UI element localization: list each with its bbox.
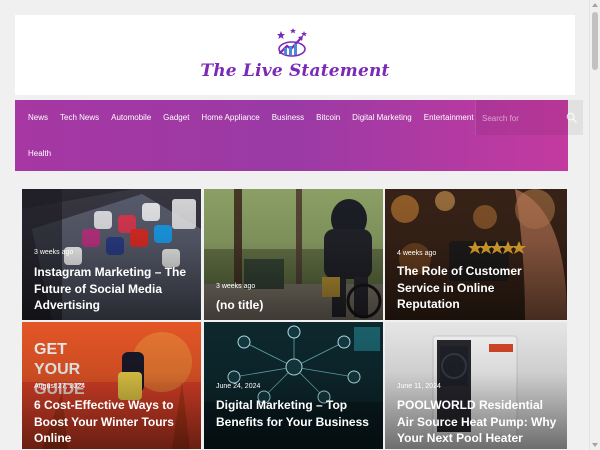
post-card-no-title[interactable]: 3 weeks ago (no title) bbox=[204, 189, 383, 320]
page-scrollbar[interactable] bbox=[589, 0, 600, 450]
nav-row-secondary: Health bbox=[15, 136, 57, 171]
search-box bbox=[475, 100, 583, 135]
scroll-down-icon[interactable] bbox=[592, 443, 598, 447]
post-title[interactable]: POOLWORLD Residential Air Source Heat Pu… bbox=[397, 397, 557, 447]
post-card-instagram-marketing[interactable]: 3 weeks ago Instagram Marketing – The Fu… bbox=[22, 189, 201, 320]
nav-item-automobile[interactable]: Automobile bbox=[111, 113, 157, 122]
nav-item-health[interactable]: Health bbox=[28, 149, 57, 158]
site-header: The Live Statement bbox=[15, 15, 575, 95]
search-input[interactable] bbox=[482, 111, 562, 125]
nav-item-gadget[interactable]: Gadget bbox=[163, 113, 195, 122]
nav-item-business[interactable]: Business bbox=[272, 113, 310, 122]
post-title[interactable]: 6 Cost-Effective Ways to Boost Your Wint… bbox=[34, 397, 191, 447]
nav-item-bitcoin[interactable]: Bitcoin bbox=[316, 113, 346, 122]
scrollbar-thumb[interactable] bbox=[592, 12, 598, 70]
featured-posts-grid: 3 weeks ago Instagram Marketing – The Fu… bbox=[22, 189, 567, 449]
post-card-customer-service[interactable]: 4 weeks ago The Role of Customer Service… bbox=[385, 189, 567, 320]
post-card-winter-tours[interactable]: GET YOUR GUIDE August 27, 2024 6 Cost-Ef… bbox=[22, 322, 201, 449]
post-card-digital-marketing[interactable]: June 24, 2024 Digital Marketing – Top Be… bbox=[204, 322, 383, 449]
nav-item-news[interactable]: News bbox=[28, 113, 54, 122]
nav-row-primary: News Tech News Automobile Gadget Home Ap… bbox=[15, 100, 480, 135]
post-title[interactable]: Digital Marketing – Top Benefits for You… bbox=[216, 397, 373, 430]
post-card-poolworld-heat-pump[interactable]: June 11, 2024 POOLWORLD Residential Air … bbox=[385, 322, 567, 449]
nav-item-home-appliance[interactable]: Home Appliance bbox=[201, 113, 265, 122]
nav-item-tech-news[interactable]: Tech News bbox=[60, 113, 105, 122]
post-title[interactable]: (no title) bbox=[216, 297, 373, 314]
post-meta-date: August 27, 2024 bbox=[34, 383, 85, 390]
main-navigation: News Tech News Automobile Gadget Home Ap… bbox=[15, 100, 583, 171]
post-meta-date: 3 weeks ago bbox=[216, 283, 256, 290]
site-logo-text[interactable]: The Live Statement bbox=[15, 61, 575, 81]
post-title[interactable]: Instagram Marketing – The Future of Soci… bbox=[34, 264, 191, 314]
post-meta-date: 4 weeks ago bbox=[397, 250, 437, 257]
nav-item-digital-marketing[interactable]: Digital Marketing bbox=[352, 113, 418, 122]
post-title[interactable]: The Role of Customer Service in Online R… bbox=[397, 263, 557, 313]
rising-chart-stars-icon[interactable] bbox=[274, 27, 310, 59]
nav-item-entertainment[interactable]: Entertainment bbox=[424, 113, 480, 122]
post-meta-date: June 11, 2024 bbox=[397, 383, 441, 390]
post-meta-date: June 24, 2024 bbox=[216, 383, 261, 390]
scroll-up-icon[interactable] bbox=[592, 3, 598, 7]
search-icon[interactable] bbox=[566, 112, 577, 123]
post-meta-date: 3 weeks ago bbox=[34, 249, 74, 256]
